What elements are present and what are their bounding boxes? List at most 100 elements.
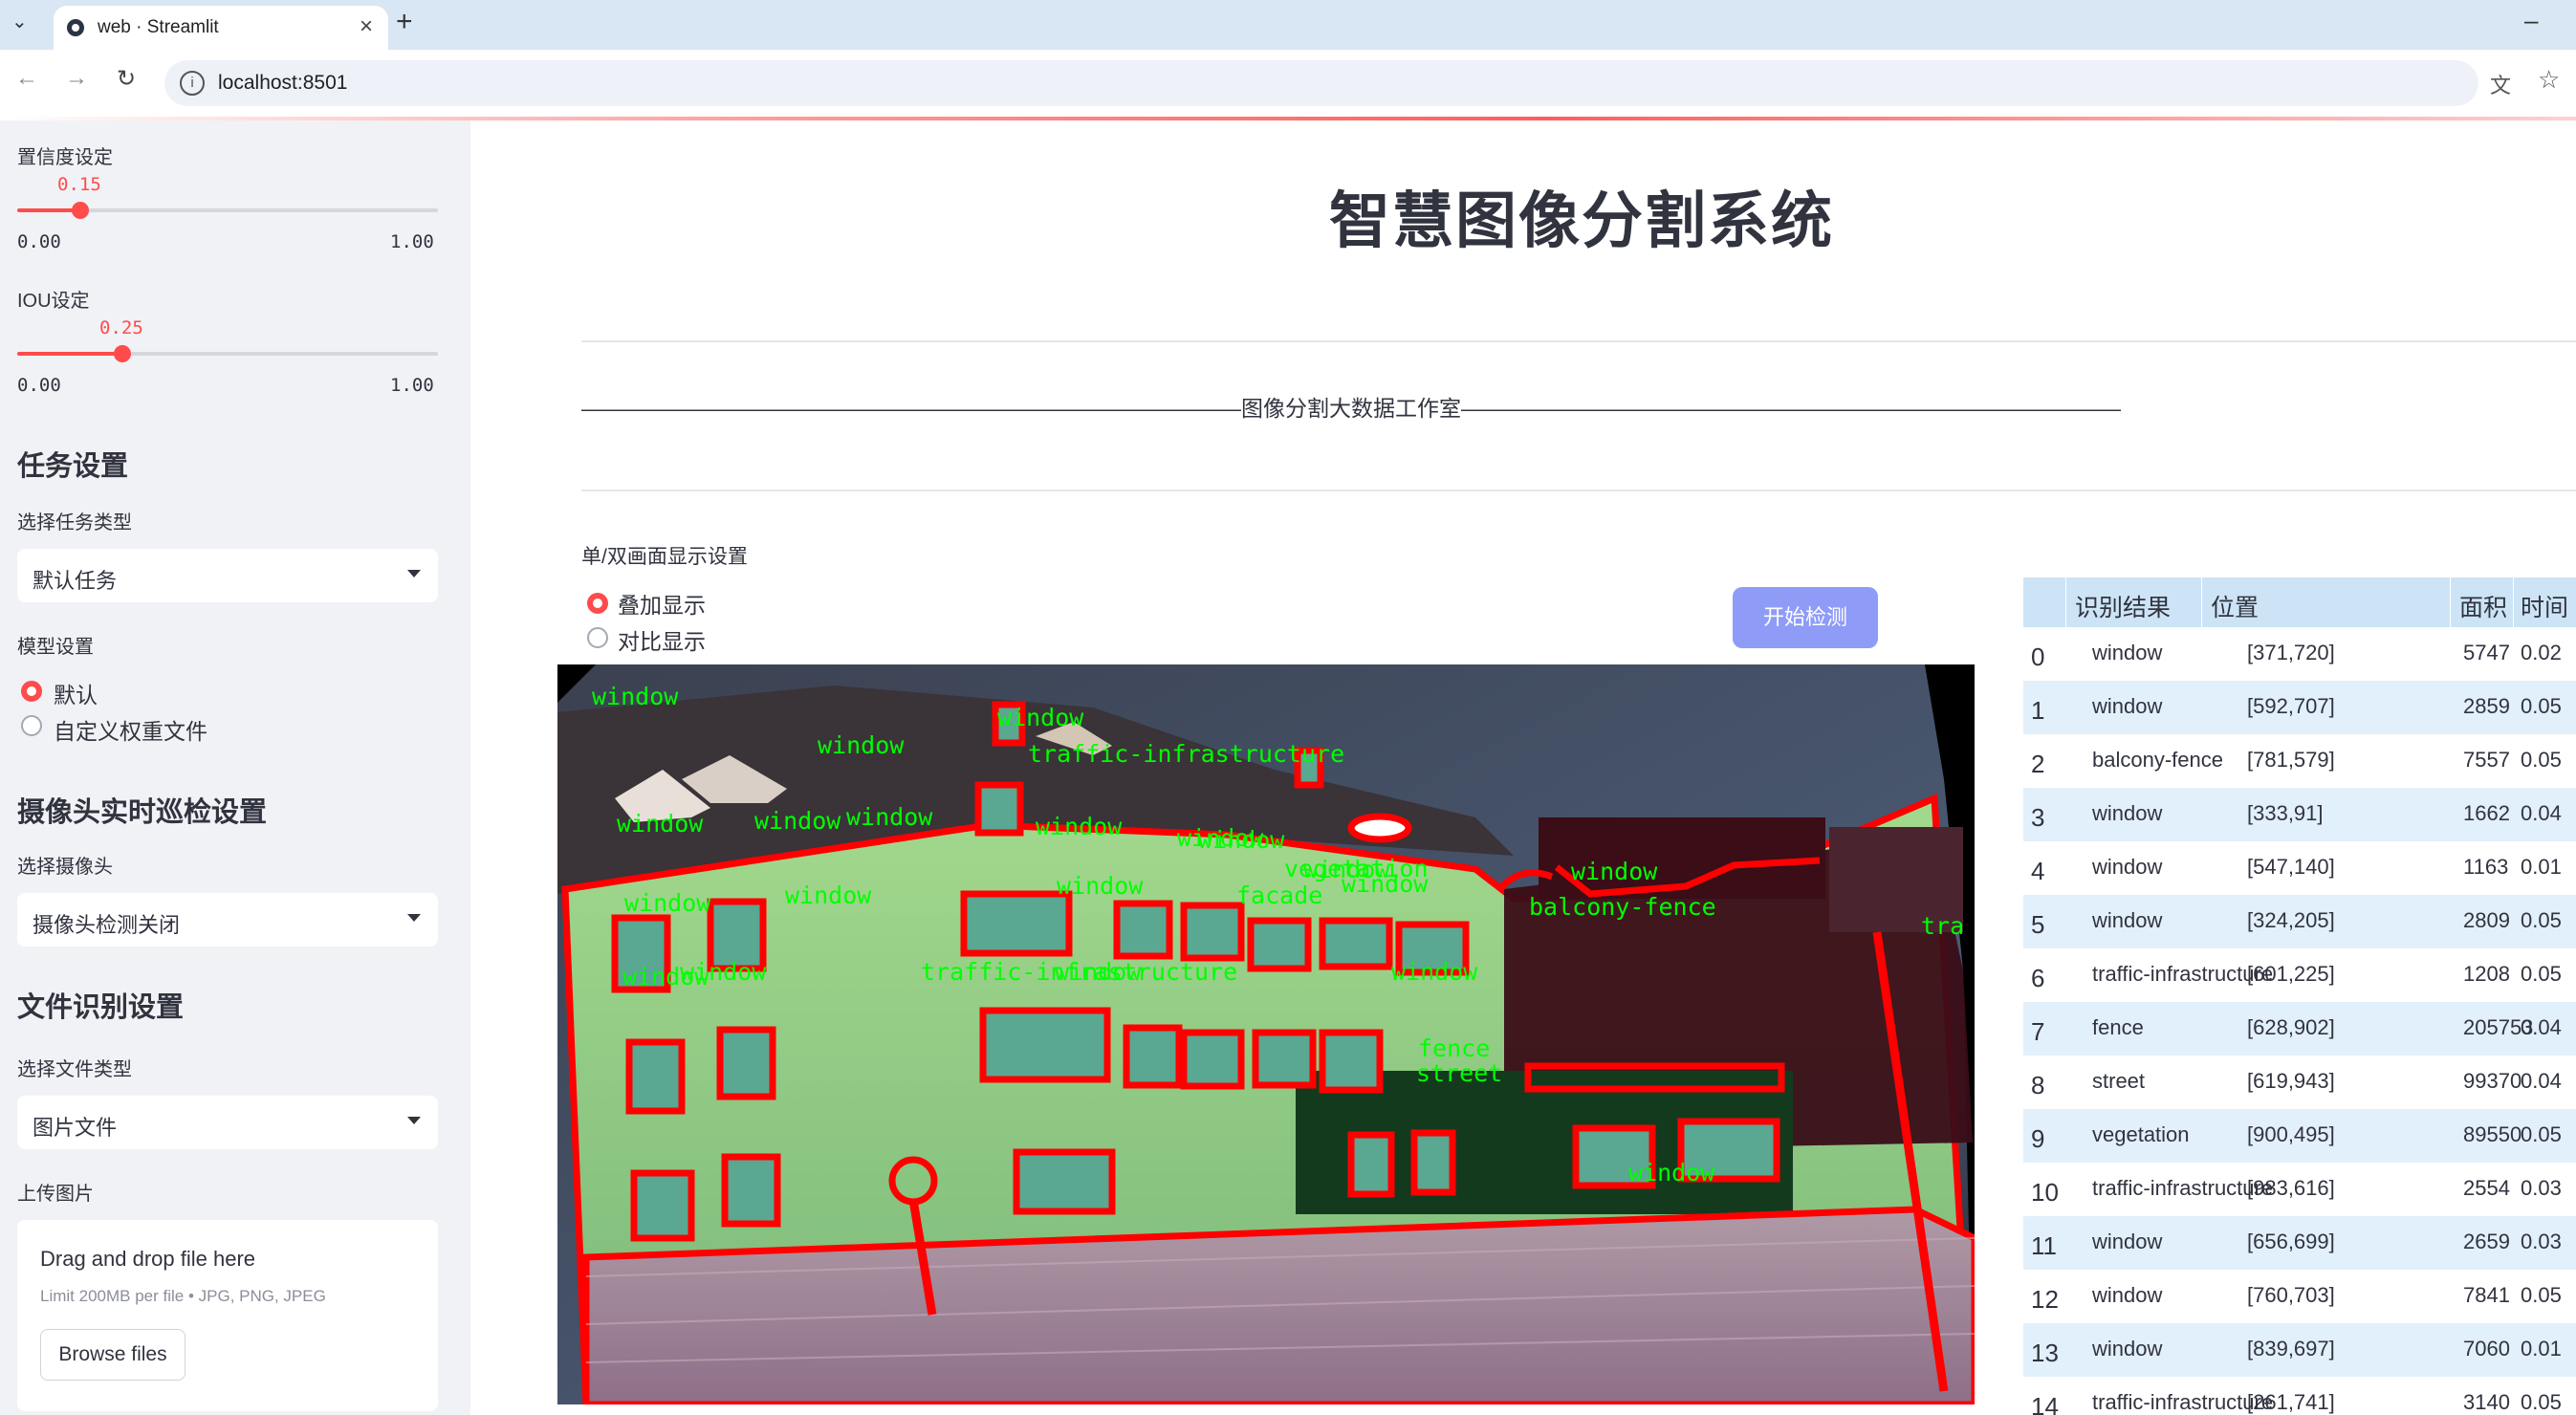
row-result: window [2092,1337,2163,1361]
table-row[interactable]: 10 traffic-infrastructure [983,616] 2554 0.0… [2023,1163,2576,1216]
table-row[interactable]: 8 street [619,943] 99370 0.04 [2023,1056,2576,1109]
table-row[interactable]: 3 window [333,91] 1662 0.04 [2023,788,2576,841]
iou-slider-fill [17,352,122,356]
segment-label: window [624,889,711,917]
row-result: vegetation [2092,1122,2190,1146]
start-detection-button[interactable]: 开始检测 [1733,587,1878,648]
row-index: 13 [2031,1339,2059,1367]
row-area: 2809 [2463,908,2510,932]
column-divider [2065,577,2066,627]
overlay-display-label: 叠加显示 [618,593,706,618]
table-row[interactable]: 4 window [547,140] 1163 0.01 [2023,841,2576,895]
browser-tab[interactable]: web · Streamlit × [54,6,388,50]
chevron-down-icon [407,914,421,922]
site-info-icon[interactable]: i [180,71,205,96]
segment-label: fence [1418,1034,1490,1062]
table-row[interactable]: 1 window [592,707] 2859 0.05 [2023,681,2576,734]
chevron-down-icon [407,1117,421,1124]
segment-label: window [1177,824,1264,852]
task-type-value: 默认任务 [33,569,118,593]
column-divider [2450,577,2451,627]
row-index: 14 [2031,1392,2059,1415]
header-position: 位置 [2211,595,2259,621]
segment-label: facade [1236,882,1322,909]
confidence-label: 置信度设定 [17,147,113,168]
row-index: 12 [2031,1285,2059,1314]
segment-label: window [592,683,679,710]
confidence-slider-thumb[interactable] [72,202,89,219]
url-field[interactable]: i localhost:8501 [164,60,2478,106]
segmentation-result-image: window window window traffic-infrastructure… [557,664,1975,1404]
row-area: 89550 [2463,1122,2522,1146]
address-bar: ← → ↻ i localhost:8501 文 ☆ [0,50,2576,118]
segment-label: window [1055,958,1142,986]
table-row[interactable]: 12 window [760,703] 7841 0.05 [2023,1270,2576,1323]
segment-label: window [1571,858,1658,885]
table-row[interactable]: 0 window [371,720] 5747 0.02 [2023,627,2576,681]
results-table[interactable]: 识别结果 位置 面积 时间 0 window [371,720] 5747 0.02 1 w… [2023,577,2576,1415]
row-index: 6 [2031,964,2045,992]
row-index: 4 [2031,857,2045,885]
task-type-select[interactable]: 默认任务 [17,549,438,602]
iou-slider-thumb[interactable] [114,345,131,362]
tab-list-chevron-icon[interactable]: ⌄ [11,10,28,33]
row-result: window [2092,641,2163,664]
row-index: 9 [2031,1124,2045,1153]
back-arrow-icon[interactable]: ← [15,65,38,92]
row-result: window [2092,855,2163,879]
file-dropzone[interactable]: Drag and drop file here Limit 200MB per … [17,1220,438,1411]
row-time: 0.05 [2521,908,2562,932]
segment-label: window [785,882,872,909]
segment-label: window [617,810,704,838]
dropzone-title: Drag and drop file here [40,1247,256,1271]
row-time: 0.05 [2521,1390,2562,1414]
table-row[interactable]: 7 fence [628,902] 205753 0.04 [2023,1002,2576,1056]
file-type-select[interactable]: 图片文件 [17,1096,438,1149]
row-area: 5747 [2463,641,2510,664]
segment-label: window [680,958,767,986]
browse-files-button[interactable]: Browse files [40,1329,186,1381]
model-default-radio[interactable] [21,681,42,702]
row-position: [333,91] [2247,801,2324,825]
row-time: 0.04 [2521,801,2562,825]
display-mode-label: 单/双画面显示设置 [581,546,748,568]
camera-select[interactable]: 摄像头检测关闭 [17,893,438,947]
model-default-label: 默认 [54,683,98,708]
bookmark-star-icon[interactable]: ☆ [2538,65,2560,95]
minimize-window-icon[interactable]: – [2524,6,2538,35]
table-row[interactable]: 9 vegetation [900,495] 89550 0.05 [2023,1109,2576,1163]
row-result: street [2092,1069,2146,1093]
compare-display-radio[interactable] [587,627,608,648]
table-row[interactable]: 14 traffic-infrastructure [261,741] 3140 0.0… [2023,1377,2576,1415]
table-row[interactable]: 11 window [656,699] 2659 0.03 [2023,1216,2576,1270]
row-area: 3140 [2463,1390,2510,1414]
overlay-display-radio[interactable] [587,593,608,614]
row-index: 10 [2031,1178,2059,1207]
segment-label: traffic-infrastructure [1028,740,1344,768]
model-label: 模型设置 [17,637,94,658]
table-header: 识别结果 位置 面积 时间 [2023,577,2576,627]
row-position: [261,741] [2247,1390,2335,1414]
upload-label: 上传图片 [17,1184,94,1205]
iou-label: IOU设定 [17,291,90,312]
segment-label: window [1391,958,1478,986]
row-time: 0.05 [2521,748,2562,772]
row-area: 1208 [2463,962,2510,986]
model-custom-radio[interactable] [21,715,42,736]
table-row[interactable]: 5 window [324,205] 2809 0.05 [2023,895,2576,948]
segmentation-canvas: window window window traffic-infrastructure… [557,664,1975,1404]
row-time: 0.01 [2521,1337,2562,1361]
forward-arrow-icon[interactable]: → [65,65,88,92]
table-row[interactable]: 6 traffic-infrastructure [601,225] 1208 0.05 [2023,948,2576,1002]
close-tab-icon[interactable]: × [360,13,373,40]
table-row[interactable]: 2 balcony-fence [781,579] 7557 0.05 [2023,734,2576,788]
new-tab-icon[interactable]: + [396,6,413,38]
translate-icon[interactable]: 文 [2490,69,2511,99]
row-position: [839,697] [2247,1337,2335,1361]
segment-label: window [1342,870,1429,898]
iou-value: 0.25 [99,317,143,338]
row-position: [371,720] [2247,641,2335,664]
reload-icon[interactable]: ↻ [117,65,136,93]
table-row[interactable]: 13 window [839,697] 7060 0.01 [2023,1323,2576,1377]
row-area: 1662 [2463,801,2510,825]
